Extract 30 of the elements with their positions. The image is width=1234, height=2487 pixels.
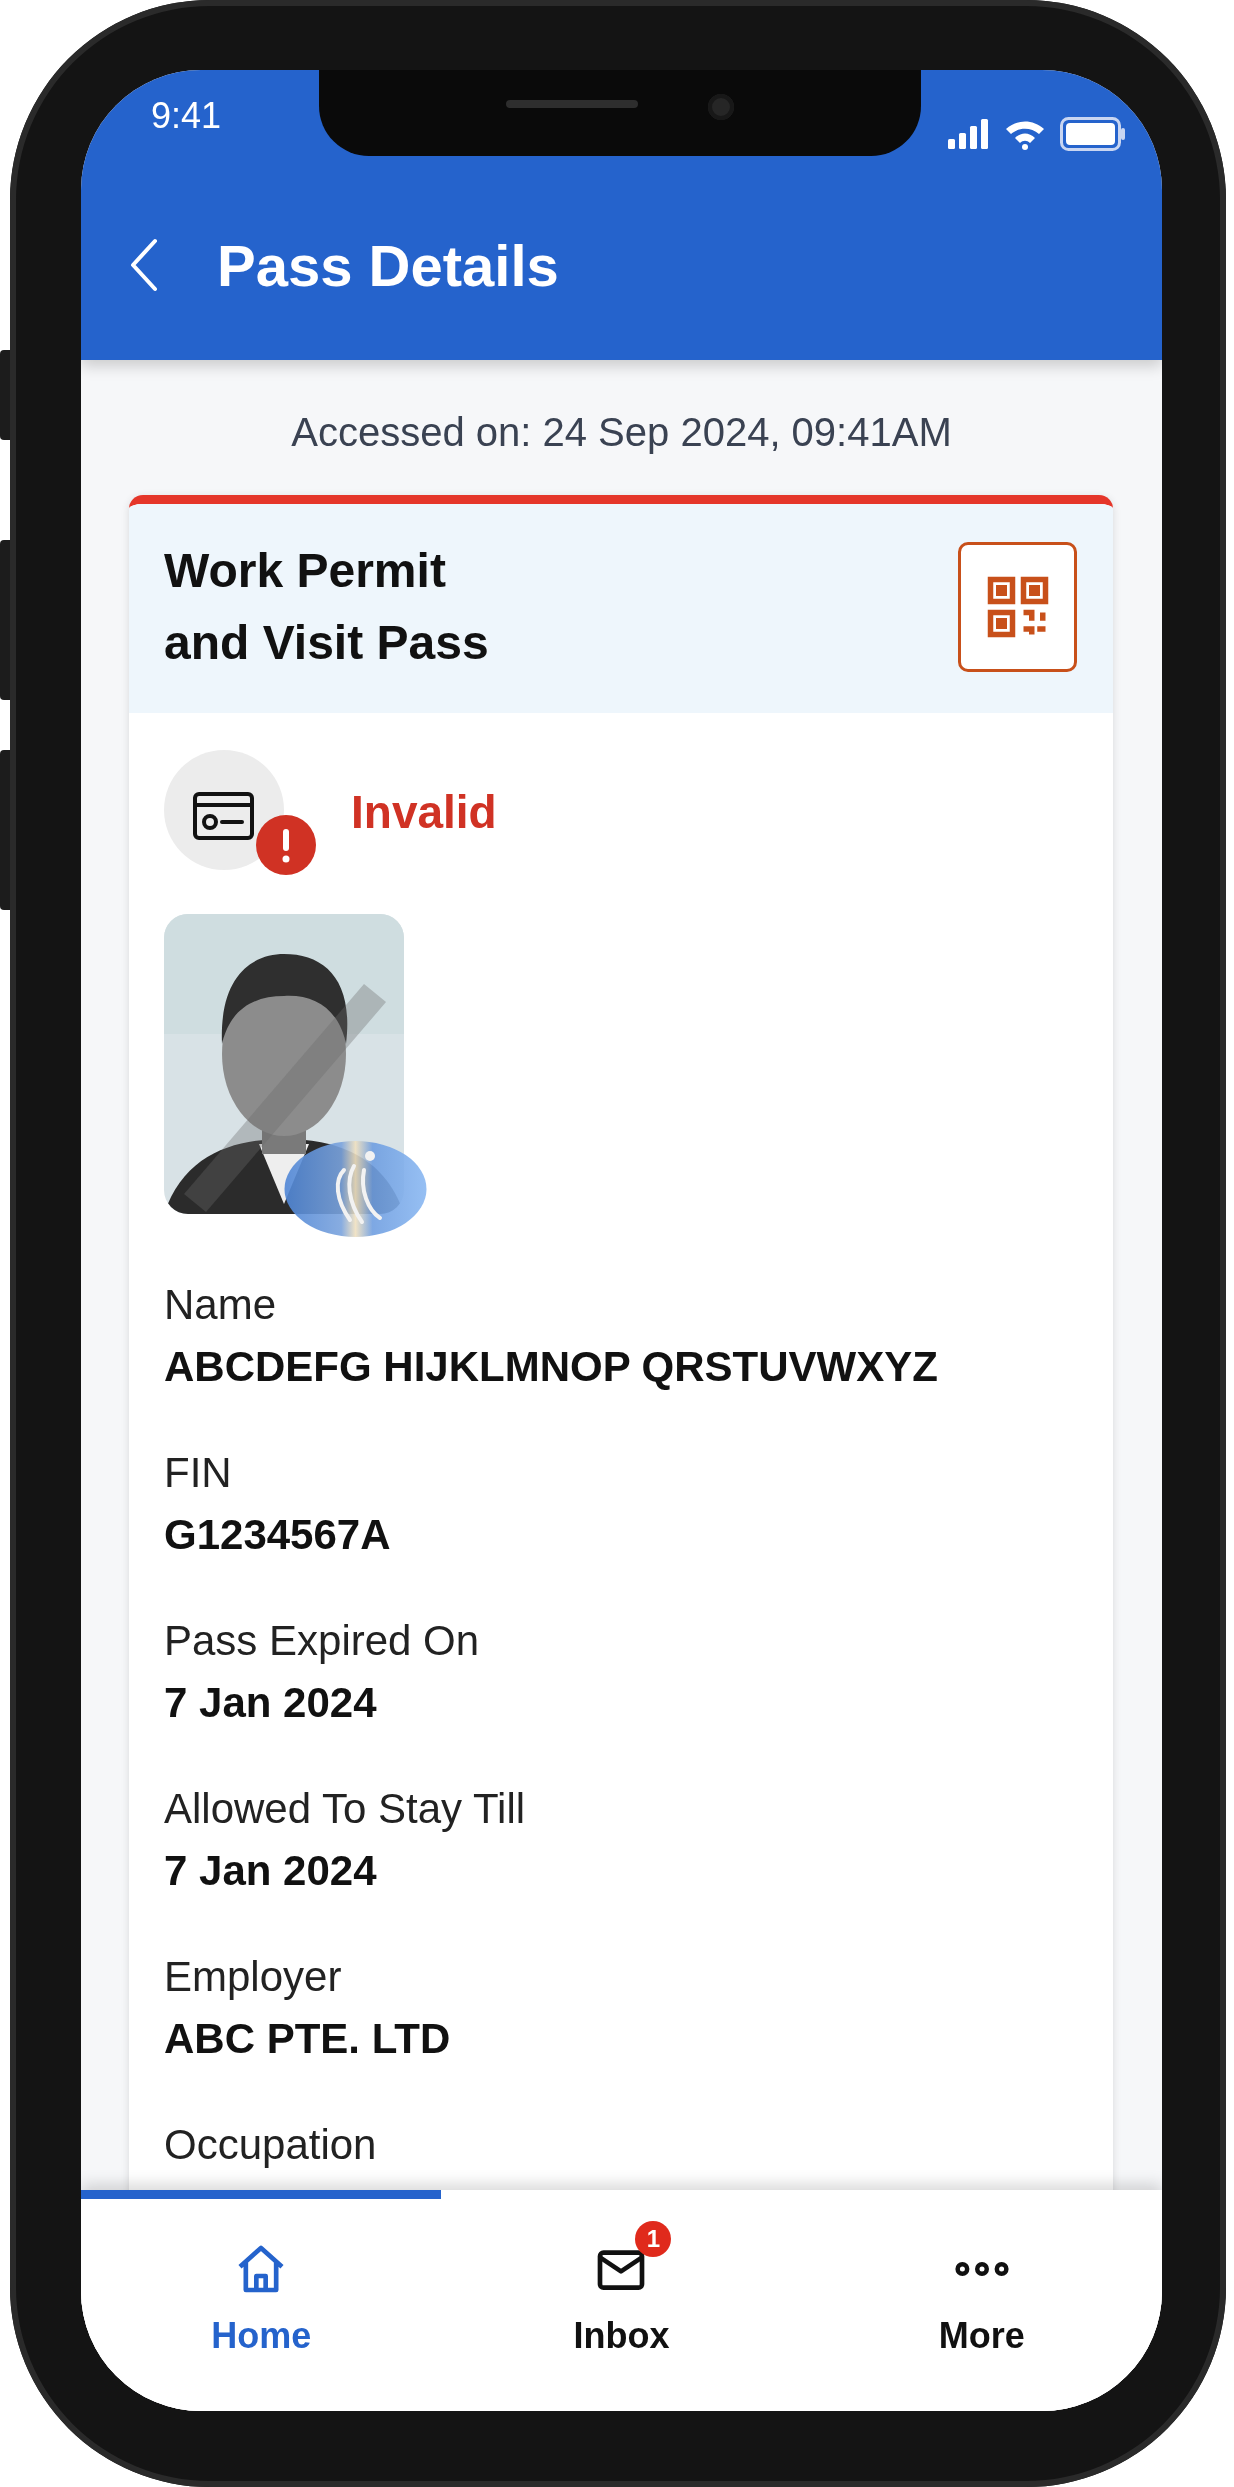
back-icon xyxy=(129,238,159,292)
field-value: ABCDEFG HIJKLMNOP QRSTUVWXYZ xyxy=(164,1342,939,1392)
field-value: 7 Jan 2024 xyxy=(164,1678,378,1728)
status-label: Invalid xyxy=(351,785,497,839)
field-label: Occupation xyxy=(164,2120,378,2170)
card-title: and Visit Pass xyxy=(164,614,489,671)
field-label: Name xyxy=(164,1280,278,1330)
signal-icon xyxy=(948,119,990,149)
hologram-icon xyxy=(284,1140,427,1238)
page-title: Pass Details xyxy=(217,231,559,299)
id-card-icon xyxy=(164,750,284,870)
nav-tab[interactable]: 1 Inbox xyxy=(441,2190,802,2411)
accessed-timestamp: Accessed on: 24 Sep 2024, 09:41AM xyxy=(290,409,953,456)
card-title: Work Permit xyxy=(164,542,447,599)
field-value: G1234567A xyxy=(164,1510,392,1560)
nav-tab[interactable]: More xyxy=(801,2190,1162,2411)
alert-icon xyxy=(256,815,316,875)
more-icon xyxy=(953,2262,1010,2276)
field-label: Employer xyxy=(164,1952,343,2002)
unread-badge: 1 xyxy=(635,2221,672,2257)
field-value: ABC PTE. LTD xyxy=(164,2014,452,2064)
battery-icon xyxy=(1060,117,1126,151)
nav-tab[interactable]: Home xyxy=(81,2190,442,2411)
field-label: Allowed To Stay Till xyxy=(164,1784,527,1834)
field-value: 7 Jan 2024 xyxy=(164,1846,378,1896)
front-camera xyxy=(708,94,734,120)
field-label: FIN xyxy=(164,1448,233,1498)
field-label: Pass Expired On xyxy=(164,1616,481,1666)
qr-code-button[interactable] xyxy=(958,541,1077,672)
status-time: 9:41 xyxy=(151,95,222,137)
